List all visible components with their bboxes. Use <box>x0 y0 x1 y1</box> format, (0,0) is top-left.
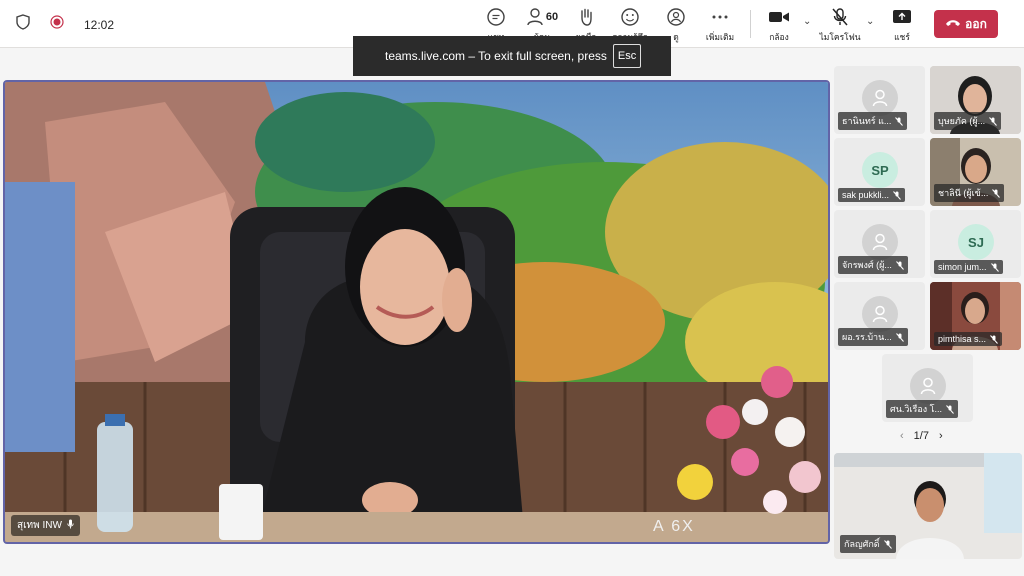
mic-muted-icon <box>883 539 892 549</box>
participant-name: pimthisa s... <box>938 334 987 344</box>
participant-name-tag: จักรพงศ์ (ผู้... <box>838 256 908 274</box>
chevron-left-icon[interactable]: ‹ <box>900 430 904 442</box>
participant-name: sak pukkli... <box>842 190 890 200</box>
esc-key-hint: Esc <box>612 44 642 68</box>
more-icon <box>710 6 730 28</box>
initials-avatar: SJ <box>958 224 994 260</box>
participant-tile[interactable]: ชาลินี (ผู้เข้... <box>930 138 1021 206</box>
fullscreen-exit-banner: teams.live.com – To exit full screen, pr… <box>353 36 671 76</box>
participant-tile[interactable]: จักรพงศ์ (ผู้... <box>834 210 925 278</box>
participant-tile[interactable]: ผอ.รร.บ้าน... <box>834 282 925 350</box>
mic-muted-icon <box>946 404 954 414</box>
participant-count: 60 <box>545 11 559 23</box>
camera-button[interactable]: กล้อง <box>757 6 801 44</box>
share-icon <box>892 6 912 28</box>
gallery-pager: ‹ 1/7 › <box>900 430 943 442</box>
participant-name-tag: simon jum... <box>934 260 1003 274</box>
more-label: เพิ่มเติม <box>705 32 735 42</box>
participant-name: ผอ.รร.บ้าน... <box>842 332 892 342</box>
more-button[interactable]: เพิ่มเติม <box>698 6 742 44</box>
recording-icon <box>50 15 64 34</box>
speaker-name-tag: สุเทพ INW <box>11 515 80 536</box>
mic-off-icon <box>831 6 849 28</box>
mic-muted-icon <box>992 188 1001 198</box>
person-avatar-icon <box>910 368 946 404</box>
participant-name-tag: ธานินทร์ แ... <box>838 112 908 130</box>
participant-tile[interactable]: ธานินทร์ แ... <box>834 66 925 134</box>
participant-name: ชาลินี (ผู้เข้... <box>938 188 989 198</box>
participant-name: ศน.วิเรือง โ... <box>890 404 942 414</box>
participant-name-tag: บุษยภัค (ผู้... <box>934 112 1002 130</box>
fullscreen-banner-text: teams.live.com – To exit full screen, pr… <box>385 49 607 63</box>
leave-label: ออก <box>965 16 987 31</box>
participant-name: ธานินทร์ แ... <box>842 116 892 126</box>
participant-name-tag: ศน.วิเรือง โ... <box>886 400 958 418</box>
participant-name-tag: ชาลินี (ผู้เข้... <box>934 184 1005 202</box>
leave-button[interactable]: ออก <box>934 10 998 38</box>
mic-muted-icon <box>893 190 901 200</box>
participant-tile[interactable]: pimthisa s... <box>930 282 1021 350</box>
participant-name-tag: ผอ.รร.บ้าน... <box>838 328 908 346</box>
view-icon <box>666 6 686 28</box>
microphone-button[interactable]: ไมโครโฟน <box>818 6 862 44</box>
main-speaker-video[interactable]: A 6X สุเทพ INW <box>3 80 830 544</box>
people-icon: 60 <box>526 6 558 28</box>
speaker-name: สุเทพ INW <box>17 520 62 531</box>
participant-name-tag: pimthisa s... <box>934 332 1003 346</box>
share-label: แชร์ <box>894 32 910 42</box>
toolbar-left: 12:02 <box>16 14 114 35</box>
mic-muted-icon <box>990 262 999 272</box>
participant-name-tag: sak pukkli... <box>838 188 906 202</box>
camera-options-chevron-icon[interactable]: ⌄ <box>803 16 811 27</box>
participant-name: simon jum... <box>938 262 987 272</box>
speaker-video-frame <box>5 82 828 542</box>
view-label: ดู <box>673 32 679 42</box>
mic-muted-icon <box>989 116 998 126</box>
participant-tile[interactable]: บุษยภัค (ผู้... <box>930 66 1021 134</box>
person-avatar-icon <box>862 296 898 332</box>
initials-avatar: SP <box>862 152 898 188</box>
participant-tile[interactable]: ศน.วิเรือง โ... <box>882 354 973 422</box>
participant-tile[interactable]: SP sak pukkli... <box>834 138 925 206</box>
shield-icon[interactable] <box>16 14 30 35</box>
chevron-right-icon[interactable]: › <box>939 430 943 442</box>
mic-muted-icon <box>895 260 904 270</box>
camera-icon <box>768 6 790 28</box>
participant-name: จักรพงศ์ (ผู้... <box>842 260 892 270</box>
self-name: กัลญศักดิ์ <box>844 539 880 549</box>
participant-name: บุษยภัค (ผู้... <box>938 116 986 126</box>
mic-muted-icon <box>895 332 904 342</box>
camera-label: กล้อง <box>769 32 789 42</box>
reaction-icon <box>620 6 640 28</box>
meeting-timer: 12:02 <box>84 17 115 32</box>
table-nameplate-text: A 6X <box>653 518 695 535</box>
self-view-video[interactable]: กัลญศักดิ์ <box>834 453 1022 559</box>
raise-hand-icon <box>577 6 595 28</box>
person-avatar-icon <box>862 224 898 260</box>
share-button[interactable]: แชร์ <box>880 6 924 44</box>
hang-up-icon <box>945 17 961 31</box>
toolbar-divider <box>750 10 751 38</box>
page-indicator: 1/7 <box>913 430 929 442</box>
microphone-options-chevron-icon[interactable]: ⌄ <box>866 16 874 27</box>
person-avatar-icon <box>862 80 898 116</box>
mic-muted-icon <box>990 334 998 344</box>
self-name-tag: กัลญศักดิ์ <box>840 535 896 553</box>
mic-on-icon <box>67 519 74 532</box>
participant-tile[interactable]: SJ simon jum... <box>930 210 1021 278</box>
mic-muted-icon <box>895 116 904 126</box>
chat-icon <box>486 6 506 28</box>
microphone-label: ไมโครโฟน <box>819 32 861 42</box>
